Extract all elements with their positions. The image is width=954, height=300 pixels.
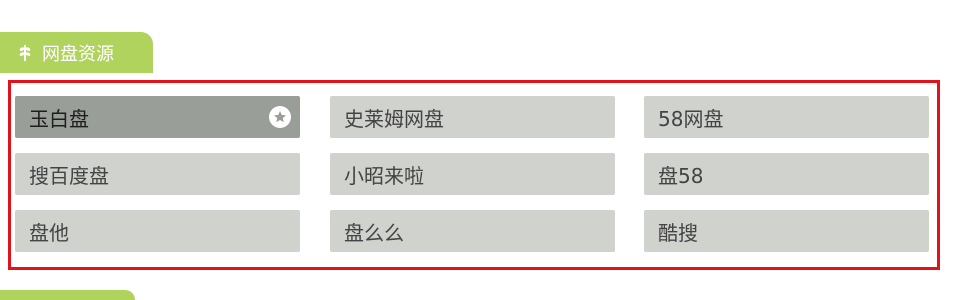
link-label: 史莱姆网盘	[344, 106, 444, 131]
next-section-tab	[0, 290, 135, 300]
link-label: 搜百度盘	[29, 163, 109, 188]
link-label: 盘58	[658, 163, 704, 188]
section-tab-netdisk: 网盘资源	[0, 32, 153, 73]
leaf-icon	[16, 44, 34, 62]
link-item-yubaipan[interactable]: 玉白盘	[15, 96, 300, 138]
link-label: 盘么么	[344, 220, 404, 245]
link-item-pan-ta[interactable]: 盘他	[15, 210, 300, 252]
link-item-slime-pan[interactable]: 史莱姆网盘	[330, 96, 615, 138]
link-label: 玉白盘	[29, 106, 89, 131]
link-label: 酷搜	[658, 220, 698, 245]
link-item-sou-baidu-pan[interactable]: 搜百度盘	[15, 153, 300, 195]
link-item-pan-meme[interactable]: 盘么么	[330, 210, 615, 252]
link-label: 盘他	[29, 220, 69, 245]
section-title: 网盘资源	[42, 43, 114, 65]
link-item-kusou[interactable]: 酷搜	[644, 210, 929, 252]
link-item-58-pan[interactable]: 58网盘	[644, 96, 929, 138]
netdisk-link-panel: 玉白盘 史莱姆网盘 58网盘 搜百度盘 小昭来啦 盘58 盘他 盘么么 酷搜	[8, 80, 940, 270]
link-item-pan58[interactable]: 盘58	[644, 153, 929, 195]
star-icon[interactable]	[269, 106, 291, 128]
link-item-xiaozhao[interactable]: 小昭来啦	[330, 153, 615, 195]
link-label: 58网盘	[658, 106, 724, 131]
link-label: 小昭来啦	[344, 163, 424, 188]
